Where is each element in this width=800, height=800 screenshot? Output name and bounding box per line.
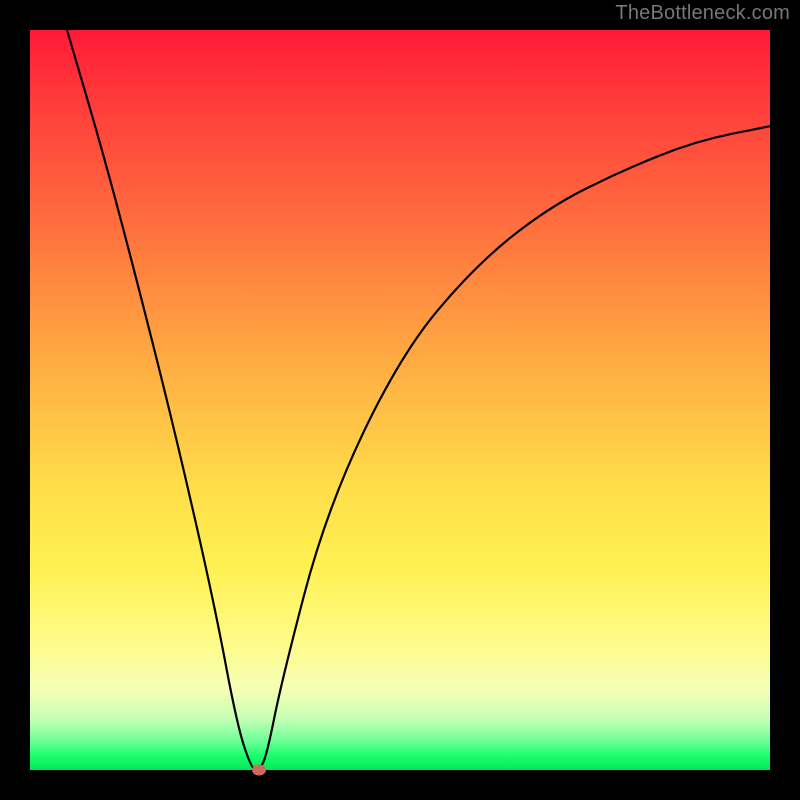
- bottleneck-curve: [67, 30, 770, 770]
- curve-svg: [30, 30, 770, 770]
- watermark-text: TheBottleneck.com: [615, 2, 790, 25]
- optimum-marker-icon: [252, 765, 266, 776]
- plot-area: [30, 30, 770, 770]
- chart-frame: TheBottleneck.com: [0, 0, 800, 800]
